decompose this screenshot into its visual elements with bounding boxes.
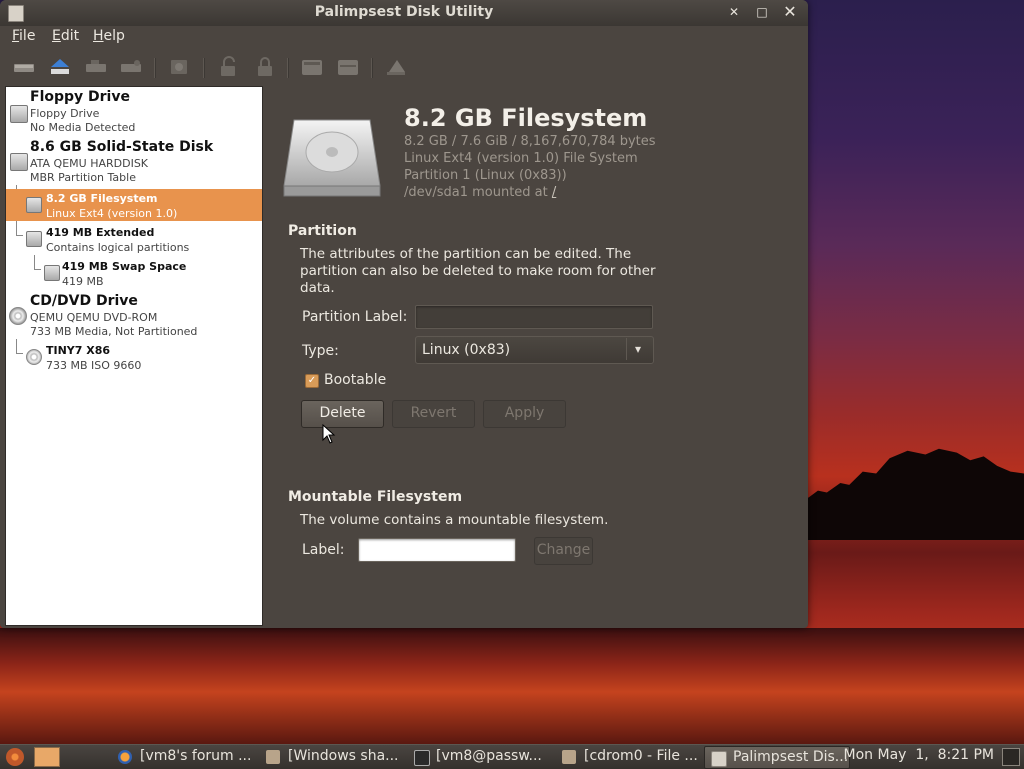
- apply-button[interactable]: Apply: [483, 400, 566, 428]
- mountable-heading: Mountable Filesystem: [288, 489, 463, 505]
- tree-item-cd-dvd-drive[interactable]: CD/DVD Drive QEMU QEMU DVD-ROM 733 MB Me…: [6, 291, 262, 341]
- format-icon[interactable]: [299, 54, 325, 80]
- drive-icon[interactable]: [11, 54, 37, 80]
- task-firefox[interactable]: [vm8's forum ...: [112, 746, 256, 767]
- disk-utility-icon: [711, 751, 727, 767]
- partition-label-input[interactable]: [415, 305, 653, 329]
- folder-icon: [266, 750, 280, 764]
- taskbar: [vm8's forum ... [Windows sha... [vm8@pa…: [0, 744, 1024, 769]
- mount-point-link[interactable]: /: [552, 185, 556, 200]
- drive-smart-icon[interactable]: [118, 54, 144, 80]
- toolbar-separator: [371, 58, 373, 78]
- partition-icon[interactable]: [335, 54, 361, 80]
- trash-icon[interactable]: [1002, 748, 1020, 766]
- volume-partition: Partition 1 (Linux (0x83)): [404, 168, 567, 183]
- clock[interactable]: Mon May 1, 8:21 PM: [844, 747, 994, 763]
- harddisk-icon: [10, 153, 28, 171]
- chevron-down-icon: ▾: [626, 338, 649, 360]
- volume-fs-type: Linux Ext4 (version 1.0) File System: [404, 151, 638, 166]
- firefox-icon: [118, 750, 132, 764]
- partition-type-select[interactable]: Linux (0x83) ▾: [415, 336, 654, 364]
- menu-help[interactable]: Help: [93, 28, 125, 44]
- revert-button[interactable]: Revert: [392, 400, 475, 428]
- change-button[interactable]: Change: [534, 537, 593, 565]
- details-panel: 8.2 GB Filesystem 8.2 GB / 7.6 GiB / 8,1…: [262, 86, 808, 626]
- partition-heading: Partition: [288, 223, 357, 239]
- mouse-pointer-icon: [322, 424, 336, 444]
- folder-icon: [562, 750, 576, 764]
- terminal-icon: [414, 750, 430, 766]
- window-title: Palimpsest Disk Utility: [314, 4, 494, 20]
- type-caption: Type:: [302, 343, 339, 359]
- show-desktop-icon[interactable]: [34, 747, 60, 767]
- partition-icon: [26, 197, 42, 213]
- cdrom-icon: [9, 307, 27, 325]
- partition-description: The attributes of the partition can be e…: [300, 246, 656, 296]
- drive-detach-icon[interactable]: [83, 54, 109, 80]
- tree-item-tiny7[interactable]: TINY7 X86 733 MB ISO 9660: [6, 341, 262, 373]
- ubuntu-menu-icon[interactable]: [6, 748, 24, 766]
- bootable-checkbox[interactable]: ✓: [305, 374, 319, 388]
- lock-icon[interactable]: [252, 54, 278, 80]
- mountable-description: The volume contains a mountable filesyst…: [300, 512, 609, 528]
- disk-utility-window: Palimpsest Disk Utility ✕ □ ✕ File Edit …: [0, 0, 808, 628]
- device-tree: Floppy Drive Floppy Drive No Media Detec…: [5, 86, 263, 626]
- floppy-icon: [10, 105, 28, 123]
- tree-item-filesystem[interactable]: 8.2 GB Filesystem Linux Ext4 (version 1.…: [6, 189, 262, 221]
- benchmark-icon[interactable]: [167, 54, 193, 80]
- task-palimpsest[interactable]: Palimpsest Dis...: [704, 746, 850, 769]
- tree-item-extended[interactable]: 419 MB Extended Contains logical partiti…: [6, 223, 262, 255]
- task-terminal[interactable]: [vm8@passw...: [408, 746, 552, 767]
- task-windows-share[interactable]: [Windows sha...: [260, 746, 404, 767]
- menu-file[interactable]: File: [12, 28, 35, 44]
- unlock-icon[interactable]: [216, 54, 242, 80]
- minimize-button[interactable]: ✕: [724, 2, 744, 22]
- task-cdrom-browser[interactable]: [cdrom0 - File ...: [556, 746, 700, 767]
- volume-mount-line: /dev/sda1 mounted at /: [404, 185, 557, 200]
- menu-edit[interactable]: Edit: [52, 28, 79, 44]
- partition-icon: [44, 265, 60, 281]
- eject-icon[interactable]: [47, 54, 73, 80]
- close-button[interactable]: ✕: [780, 2, 800, 22]
- delete-button[interactable]: Delete: [301, 400, 384, 428]
- toolbar: [0, 50, 808, 84]
- tree-item-solid-state-disk[interactable]: 8.6 GB Solid-State Disk ATA QEMU HARDDIS…: [6, 137, 262, 187]
- mount-label-caption: Label:: [302, 542, 345, 558]
- toolbar-separator: [203, 58, 205, 78]
- erase-icon[interactable]: [383, 54, 409, 80]
- title-bar[interactable]: Palimpsest Disk Utility ✕ □ ✕: [0, 0, 808, 26]
- filesystem-label-input[interactable]: [358, 538, 516, 562]
- wallpaper-water: [0, 628, 1024, 744]
- toolbar-separator: [287, 58, 289, 78]
- maximize-button[interactable]: □: [752, 2, 772, 22]
- bootable-label[interactable]: Bootable: [324, 372, 386, 388]
- partition-label-caption: Partition Label:: [302, 309, 408, 325]
- volume-title: 8.2 GB Filesystem: [404, 104, 648, 132]
- toolbar-separator: [154, 58, 156, 78]
- volume-size: 8.2 GB / 7.6 GiB / 8,167,670,784 bytes: [404, 134, 656, 149]
- large-harddisk-icon: [283, 119, 381, 197]
- disc-icon: [26, 349, 42, 365]
- menu-bar: File Edit Help: [0, 26, 808, 48]
- tree-item-floppy-drive[interactable]: Floppy Drive Floppy Drive No Media Detec…: [6, 87, 262, 135]
- tree-item-swap-space[interactable]: 419 MB Swap Space 419 MB: [6, 257, 262, 289]
- partition-icon: [26, 231, 42, 247]
- wallpaper-trees: [800, 448, 1024, 540]
